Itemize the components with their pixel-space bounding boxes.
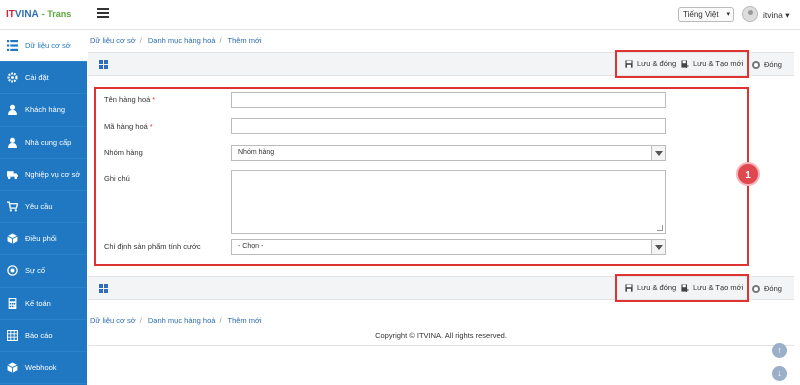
breadcrumb-link[interactable]: Dữ liệu cơ sở bbox=[90, 36, 136, 45]
top-bar: ITVINA - Trans Tiếng Việt ▾ itvina ▾ bbox=[0, 0, 800, 30]
close-button[interactable]: Đóng bbox=[752, 284, 782, 293]
target-icon bbox=[6, 265, 18, 277]
avatar[interactable] bbox=[742, 6, 758, 22]
chevron-down-icon[interactable] bbox=[651, 146, 665, 160]
save-close-label: Lưu & đóng bbox=[637, 283, 677, 292]
top-toolbar: Lưu & đóng Lưu & Tạo mới Đóng bbox=[88, 50, 794, 78]
close-icon bbox=[752, 284, 760, 293]
sidebar-item-label: Yêu cầu bbox=[25, 202, 53, 212]
save-close-button[interactable]: Lưu & đóng bbox=[625, 59, 676, 68]
breadcrumb-link[interactable]: Danh mục hàng hoá bbox=[148, 36, 216, 45]
sidebar-item-label: Dữ liệu cơ sở bbox=[25, 41, 71, 51]
note-textarea[interactable] bbox=[231, 170, 666, 234]
calculator-icon bbox=[6, 297, 18, 309]
breadcrumb-bottom: Dữ liệu cơ sở / Danh mục hàng hoá / Thêm m… bbox=[90, 316, 262, 325]
pricing-label: Chỉ định sản phẩm tính cước bbox=[104, 242, 201, 251]
pricing-select[interactable]: - Chọn - bbox=[231, 239, 666, 255]
save-new-label: Lưu & Tạo mới bbox=[693, 59, 744, 68]
save-new-label: Lưu & Tạo mới bbox=[693, 283, 744, 292]
close-button[interactable]: Đóng bbox=[752, 60, 782, 69]
chevron-down-icon: ▾ bbox=[726, 11, 730, 18]
breadcrumb-current[interactable]: Thêm mới bbox=[228, 316, 262, 325]
sidebar-item-du-lieu-co-so[interactable]: Dữ liệu cơ sở bbox=[0, 30, 87, 63]
menu-toggle-icon[interactable] bbox=[97, 8, 109, 20]
scroll-up-icon[interactable]: ↑ bbox=[772, 343, 787, 358]
cube-icon bbox=[6, 361, 18, 373]
sidebar-item-nha-cung-cap[interactable]: Nhà cung cấp bbox=[0, 127, 87, 159]
sidebar-item-yeu-cau[interactable]: Yêu cầu bbox=[0, 191, 87, 224]
language-select[interactable]: Tiếng Việt ▾ bbox=[678, 7, 734, 22]
language-value: Tiếng Việt bbox=[683, 10, 719, 19]
list-icon bbox=[6, 40, 18, 52]
scroll-down-icon[interactable]: ↓ bbox=[772, 366, 787, 381]
save-icon bbox=[625, 283, 633, 292]
sidebar-item-label: Điều phối bbox=[25, 234, 57, 244]
sidebar-item-label: Báo cáo bbox=[25, 330, 53, 340]
sidebar-item-label: Sự cố bbox=[25, 266, 46, 276]
sidebar-item-dieu-phoi[interactable]: Điều phối bbox=[0, 223, 87, 256]
sidebar-item-label: Khách hàng bbox=[25, 105, 66, 115]
product-form: Tên hàng hoá * Mã hàng hoá * Nhóm hàng Nhó… bbox=[94, 87, 749, 266]
breadcrumb-link[interactable]: Danh mục hàng hoá bbox=[148, 316, 216, 325]
user-name: itvina bbox=[763, 10, 783, 20]
table-icon bbox=[6, 329, 18, 341]
cart-icon bbox=[6, 201, 18, 213]
note-label: Ghi chú bbox=[104, 174, 130, 183]
save-new-button[interactable]: Lưu & Tạo mới bbox=[681, 59, 743, 68]
truck-icon bbox=[6, 168, 18, 180]
sidebar-item-su-co[interactable]: Sự cố bbox=[0, 255, 87, 288]
code-label: Mã hàng hoá * bbox=[104, 122, 153, 131]
sidebar-item-cai-dat[interactable]: Cài đặt bbox=[0, 62, 87, 95]
sidebar-item-nghiep-vu-co-so[interactable]: Nghiệp vụ cơ sở bbox=[0, 159, 87, 191]
group-label: Nhóm hàng bbox=[104, 148, 143, 157]
breadcrumb: Dữ liệu cơ sở / Danh mục hàng hoá / Thêm m… bbox=[90, 36, 262, 45]
sidebar: Dữ liệu cơ sở Cài đặt Khách hàng Nhà cun… bbox=[0, 30, 87, 385]
gear-icon bbox=[6, 72, 18, 84]
pricing-select-value: - Chọn - bbox=[238, 243, 264, 250]
chevron-down-icon[interactable] bbox=[651, 240, 665, 254]
logo-trans: - Trans bbox=[41, 9, 72, 19]
name-label: Tên hàng hoá * bbox=[104, 95, 156, 104]
name-field[interactable] bbox=[231, 92, 666, 108]
sidebar-item-label: Nhà cung cấp bbox=[25, 137, 72, 147]
sidebar-item-label: Nghiệp vụ cơ sở bbox=[25, 169, 81, 179]
breadcrumb-link[interactable]: Dữ liệu cơ sở bbox=[90, 316, 136, 325]
save-close-label: Lưu & đóng bbox=[637, 59, 677, 68]
save-close-button[interactable]: Lưu & đóng bbox=[625, 283, 676, 292]
group-select[interactable]: Nhóm hàng bbox=[231, 145, 666, 161]
sidebar-item-ke-toan[interactable]: Kế toán bbox=[0, 288, 87, 320]
cube-icon bbox=[6, 233, 18, 245]
close-label: Đóng bbox=[764, 60, 782, 69]
bottom-toolbar: Lưu & đóng Lưu & Tạo mới Đóng bbox=[88, 274, 794, 302]
footer-copyright: Copyright © ITVINA. All rights reserved. bbox=[88, 326, 794, 346]
sidebar-item-label: Webhook bbox=[25, 362, 57, 372]
tiles-icon[interactable] bbox=[99, 284, 108, 293]
save-icon bbox=[625, 59, 633, 68]
save-new-icon bbox=[681, 283, 689, 292]
user-menu[interactable]: itvina ▾ bbox=[763, 10, 789, 21]
logo-it: IT bbox=[6, 9, 15, 20]
sidebar-item-bao-cao[interactable]: Báo cáo bbox=[0, 320, 87, 352]
app-logo[interactable]: ITVINA - Trans bbox=[6, 9, 71, 20]
sidebar-item-webhook[interactable]: Webhook bbox=[0, 352, 87, 385]
breadcrumb-current[interactable]: Thêm mới bbox=[228, 36, 262, 45]
sidebar-item-khach-hang[interactable]: Khách hàng bbox=[0, 94, 87, 127]
tiles-icon[interactable] bbox=[99, 60, 108, 69]
users-icon bbox=[6, 136, 18, 148]
save-new-button[interactable]: Lưu & Tạo mới bbox=[681, 283, 743, 292]
sidebar-item-label: Cài đặt bbox=[25, 73, 49, 83]
sidebar-item-label: Kế toán bbox=[25, 298, 51, 308]
close-label: Đóng bbox=[764, 284, 782, 293]
code-field[interactable] bbox=[231, 118, 666, 134]
user-icon bbox=[6, 104, 18, 116]
close-icon bbox=[752, 60, 760, 69]
save-actions-highlight: Lưu & đóng Lưu & Tạo mới bbox=[615, 274, 749, 302]
annotation-badge: 1 bbox=[736, 162, 760, 186]
logo-vina: VINA bbox=[14, 9, 39, 20]
save-new-icon bbox=[681, 59, 689, 68]
group-select-value: Nhóm hàng bbox=[238, 149, 275, 156]
save-actions-highlight: Lưu & đóng Lưu & Tạo mới bbox=[615, 50, 749, 78]
